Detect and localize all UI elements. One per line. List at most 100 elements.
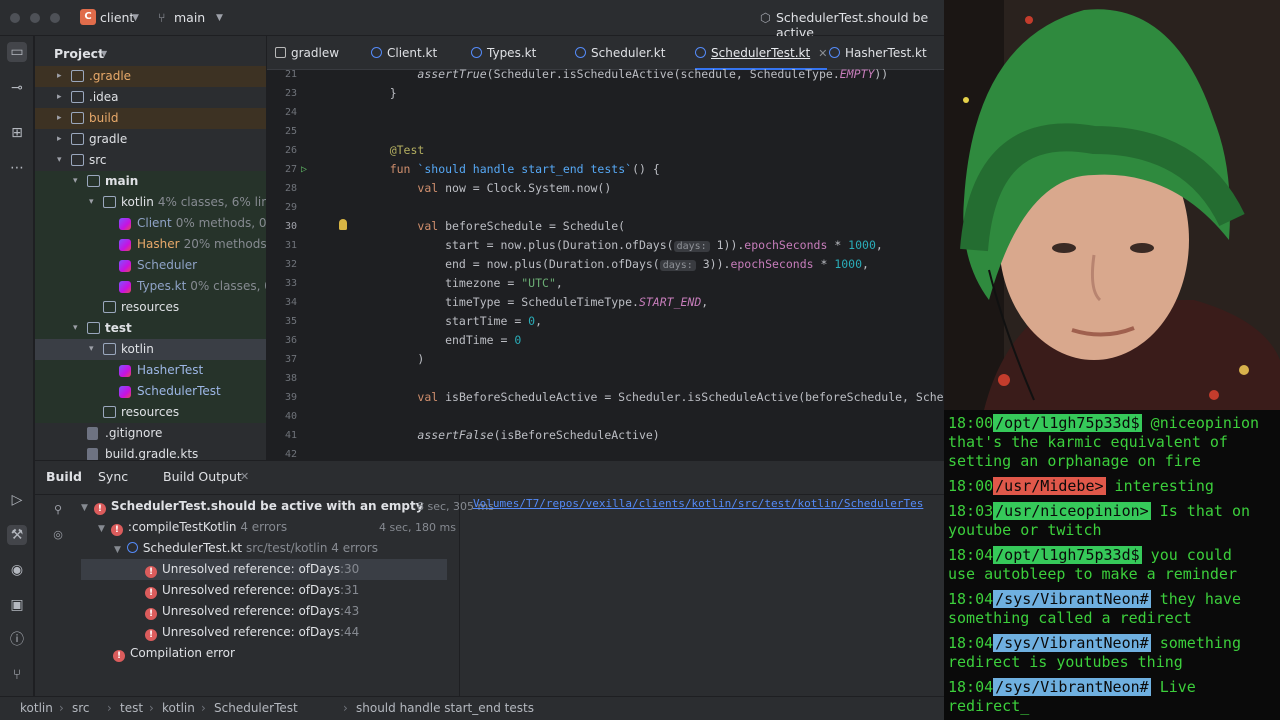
build-output-link[interactable]: Volumes/T7/repos/vexilla/clients/kotlin/…: [473, 497, 923, 510]
close-icon[interactable]: ✕: [818, 47, 827, 60]
error-item[interactable]: ! Unresolved reference: ofDays:30: [81, 559, 447, 580]
tree-item[interactable]: ▾ test: [35, 318, 266, 339]
tree-item[interactable]: build.gradle.kts: [35, 444, 266, 460]
tool-window-strip: ▭ ⊸ ⊞ ⋯ ▷ ⚒ ◉ ▣ ⓘ ⑂: [0, 36, 34, 696]
more-icon[interactable]: ⋯: [7, 158, 27, 178]
commit-icon[interactable]: ⊸: [7, 78, 27, 98]
line-number: 29: [284, 202, 297, 213]
code-line[interactable]: 29: [267, 198, 944, 217]
tree-item[interactable]: Scheduler: [35, 255, 266, 276]
tree-item[interactable]: ▸ gradle: [35, 129, 266, 150]
structure-icon[interactable]: ⊞: [7, 123, 27, 143]
code-line[interactable]: 21 assertTrue(Scheduler.isScheduleActive…: [267, 65, 944, 84]
git-icon[interactable]: ⑂: [7, 665, 27, 685]
tree-item[interactable]: SchedulerTest: [35, 381, 266, 402]
breadcrumb[interactable]: SchedulerTest: [214, 701, 298, 715]
build-root-row[interactable]: ▼! SchedulerTest.should be active with an…: [81, 496, 494, 517]
chevron-right-icon[interactable]: ▸: [57, 129, 62, 150]
tree-item[interactable]: Hasher20% methods, 6: [35, 234, 266, 255]
services-icon[interactable]: ◉: [7, 560, 27, 580]
eye-icon[interactable]: ◎: [52, 528, 64, 541]
project-panel: Project ▼ ▸ .gradle ▸ .idea ▸ build ▸ gradle ▾ sr…: [35, 36, 266, 460]
build-icon[interactable]: ⚒: [7, 525, 27, 545]
streamer-image: [944, 0, 1280, 410]
code-line[interactable]: 41 assertFalse(isBeforeScheduleActive): [267, 426, 944, 445]
line-number: 23: [284, 88, 297, 99]
build-file-row[interactable]: ▼ SchedulerTest.kt src/test/kotlin 4 erro…: [114, 538, 378, 559]
tree-item[interactable]: ▸ .gradle: [35, 66, 266, 87]
chevron-right-icon[interactable]: ▸: [57, 87, 62, 108]
chevron-down-icon[interactable]: ▾: [89, 339, 94, 360]
code-line[interactable]: 36 endTime = 0: [267, 331, 944, 350]
terminal-icon[interactable]: ▣: [7, 595, 27, 615]
code-area[interactable]: 21 assertTrue(Scheduler.isScheduleActive…: [267, 67, 944, 460]
tree-item[interactable]: ▾ kotlin4% classes, 6% lines: [35, 192, 266, 213]
lightbulb-icon[interactable]: [339, 219, 347, 230]
pin-icon[interactable]: ⚲: [52, 503, 64, 516]
tree-item-label: SchedulerTest: [137, 384, 221, 398]
breadcrumb[interactable]: src: [72, 701, 90, 715]
tree-item[interactable]: ▾ src: [35, 150, 266, 171]
chevron-down-icon[interactable]: ▾: [73, 318, 78, 339]
tree-item[interactable]: resources: [35, 402, 266, 423]
code-line[interactable]: 32 end = now.plus(Duration.ofDays(days: …: [267, 255, 944, 274]
chat-message: 18:00/usr/Midebe> interesting: [948, 477, 1214, 495]
tree-item-label: test: [105, 321, 132, 335]
build-panel-title[interactable]: Build: [46, 469, 82, 484]
build-task-row[interactable]: ▼!:compileTestKotlin 4 errors 4 sec, 180…: [98, 517, 473, 538]
error-item[interactable]: ! Unresolved reference: ofDays:43: [81, 601, 447, 622]
tree-item[interactable]: ▾ kotlin: [35, 339, 266, 360]
code-line[interactable]: 33 timezone = "UTC",: [267, 274, 944, 293]
error-item[interactable]: ! Unresolved reference: ofDays:31: [81, 580, 447, 601]
tab-sync[interactable]: Sync: [98, 469, 128, 484]
project-badge[interactable]: C: [80, 9, 96, 25]
project-panel-title[interactable]: Project: [54, 46, 104, 61]
chevron-down-icon[interactable]: ▾: [73, 171, 78, 192]
folder-icon[interactable]: ▭: [7, 42, 27, 62]
code-line[interactable]: 26 @Test: [267, 141, 944, 160]
line-number: 37: [284, 354, 297, 365]
tree-item[interactable]: ▸ .idea: [35, 87, 266, 108]
error-item[interactable]: ! Unresolved reference: ofDays:44: [81, 622, 447, 643]
run-test-icon[interactable]: ▷: [301, 160, 307, 179]
breadcrumb[interactable]: kotlin: [162, 701, 195, 715]
code-line[interactable]: 40: [267, 407, 944, 426]
close-icon[interactable]: ✕: [240, 470, 249, 483]
tree-item[interactable]: resources: [35, 297, 266, 318]
code-line[interactable]: 24: [267, 103, 944, 122]
code-line[interactable]: 28 val now = Clock.System.now(): [267, 179, 944, 198]
tree-item[interactable]: Types.kt0% classes, 0%: [35, 276, 266, 297]
chevron-down-icon[interactable]: ▾: [89, 192, 94, 213]
code-line[interactable]: 27 ▷ fun `should handle start_end tests`(…: [267, 160, 944, 179]
breadcrumb[interactable]: kotlin: [20, 701, 53, 715]
tree-item[interactable]: HasherTest: [35, 360, 266, 381]
code-line[interactable]: 25: [267, 122, 944, 141]
folder-icon: [71, 91, 84, 103]
problems-icon[interactable]: ⓘ: [7, 630, 27, 650]
code-line[interactable]: 35 startTime = 0,: [267, 312, 944, 331]
tree-item[interactable]: .gitignore: [35, 423, 266, 444]
code-line[interactable]: 39 val isBeforeScheduleActive = Schedule…: [267, 388, 944, 407]
run-icon[interactable]: ▷: [7, 490, 27, 510]
chevron-right-icon[interactable]: ▸: [57, 108, 62, 129]
breadcrumb[interactable]: should handle start_end tests: [356, 701, 534, 715]
code-line[interactable]: 38: [267, 369, 944, 388]
breadcrumb[interactable]: test: [120, 701, 143, 715]
compilation-error-row[interactable]: ! Compilation error: [113, 643, 235, 664]
code-line[interactable]: 34 timeType = ScheduleTimeType.START_END…: [267, 293, 944, 312]
window-controls[interactable]: [10, 13, 60, 23]
tab-build-output[interactable]: Build Output: [163, 469, 242, 484]
chevron-right-icon[interactable]: ▸: [57, 66, 62, 87]
code-line[interactable]: 31 start = now.plus(Duration.ofDays(days…: [267, 236, 944, 255]
tree-item[interactable]: ▸ build: [35, 108, 266, 129]
tree-item[interactable]: ▾ main: [35, 171, 266, 192]
chevron-down-icon[interactable]: ▾: [57, 150, 62, 171]
code-line[interactable]: 30 val beforeSchedule = Schedule(: [267, 217, 944, 236]
project-selector[interactable]: client: [100, 10, 134, 25]
code-line[interactable]: 42: [267, 445, 944, 460]
tree-item-label: resources: [121, 300, 180, 314]
code-line[interactable]: 37 ): [267, 350, 944, 369]
code-line[interactable]: 23 }: [267, 84, 944, 103]
tree-item[interactable]: Client0% methods, 0%: [35, 213, 266, 234]
branch-selector[interactable]: main: [174, 10, 205, 25]
